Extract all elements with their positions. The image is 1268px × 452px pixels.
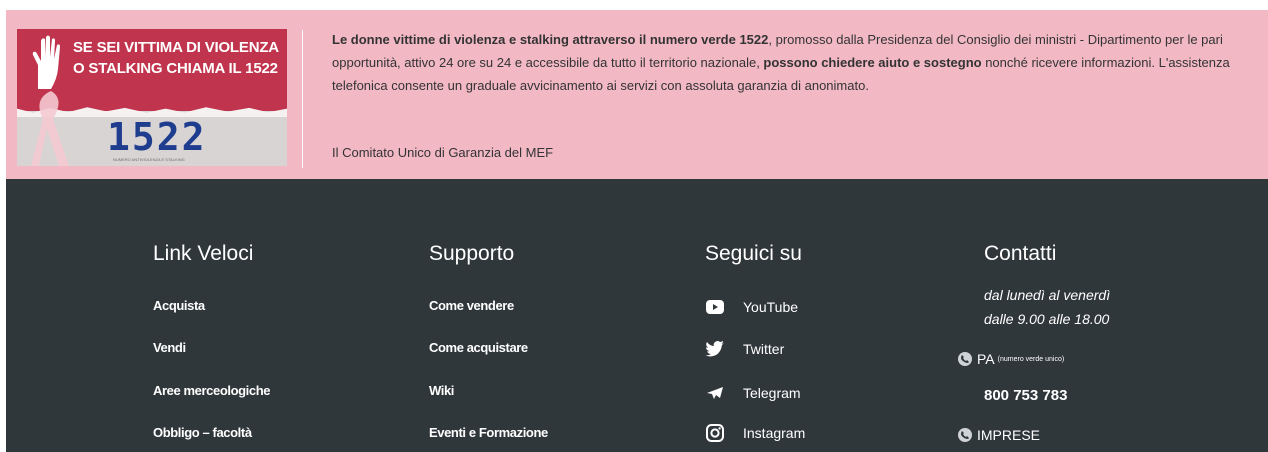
social-link-youtube[interactable]: YouTube bbox=[705, 296, 798, 318]
phone-icon bbox=[958, 352, 972, 366]
banner-description: Le donne vittime di violenza e stalking … bbox=[332, 28, 1242, 97]
raised-hand-icon bbox=[32, 35, 60, 89]
awareness-ribbon-icon bbox=[31, 91, 69, 166]
footer-link-wiki[interactable]: Wiki bbox=[429, 383, 454, 398]
contact-imprese-row: IMPRESE bbox=[958, 427, 1040, 443]
social-link-telegram[interactable]: Telegram bbox=[705, 382, 801, 404]
contact-pa-row: PA (numero verde unico) bbox=[958, 351, 1064, 367]
social-label-twitter: Twitter bbox=[743, 341, 785, 357]
promo-number: 1522 bbox=[107, 115, 207, 159]
promo-1522-image[interactable]: SE SEI VITTIMA DI VIOLENZA O STALKING CH… bbox=[17, 29, 287, 166]
contact-pa-note: (numero verde unico) bbox=[997, 355, 1065, 363]
banner-text-bold-2: possono chiedere aiuto e sostegno bbox=[763, 55, 982, 70]
violence-awareness-banner: SE SEI VITTIMA DI VIOLENZA O STALKING CH… bbox=[6, 10, 1268, 179]
footer-link-come-acquistare[interactable]: Come acquistare bbox=[429, 340, 528, 355]
footer-link-eventi-formazione[interactable]: Eventi e Formazione bbox=[429, 425, 548, 440]
contact-pa-label: PA bbox=[977, 351, 995, 367]
twitter-icon bbox=[705, 340, 725, 358]
footer-link-acquista[interactable]: Acquista bbox=[153, 298, 205, 313]
contact-hours-days: dal lunedì al venerdì bbox=[984, 287, 1111, 303]
contact-imprese-label: IMPRESE bbox=[977, 427, 1041, 443]
youtube-icon bbox=[705, 298, 725, 316]
social-link-instagram[interactable]: Instagram bbox=[705, 422, 805, 444]
contact-pa-number[interactable]: 800 753 783 bbox=[984, 387, 1067, 404]
promo-caption: NUMERO ANTIVIOLENZA E STALKING bbox=[113, 157, 185, 162]
contact-hours-time: dalle 9.00 alle 18.00 bbox=[984, 311, 1110, 327]
promo-headline-2: O STALKING CHIAMA IL 1522 bbox=[73, 60, 278, 77]
banner-signature: Il Comitato Unico di Garanzia del MEF bbox=[332, 145, 554, 160]
footer-link-vendi[interactable]: Vendi bbox=[153, 340, 186, 355]
footer-link-come-vendere[interactable]: Come vendere bbox=[429, 298, 514, 313]
social-link-twitter[interactable]: Twitter bbox=[705, 338, 784, 360]
footer-heading-link-veloci: Link Veloci bbox=[153, 242, 254, 265]
social-label-instagram: Instagram bbox=[743, 425, 806, 441]
footer-link-aree-merceologiche[interactable]: Aree merceologiche bbox=[153, 383, 270, 398]
instagram-icon bbox=[705, 424, 725, 442]
footer-heading-seguici: Seguici su bbox=[705, 242, 802, 265]
footer-heading-supporto: Supporto bbox=[429, 242, 515, 265]
banner-divider bbox=[302, 30, 303, 168]
social-label-telegram: Telegram bbox=[743, 385, 801, 401]
footer-link-obbligo-facolta[interactable]: Obbligo – facoltà bbox=[153, 425, 252, 440]
promo-headline-1: SE SEI VITTIMA DI VIOLENZA bbox=[73, 39, 279, 56]
phone-icon bbox=[958, 428, 972, 442]
site-footer: Link Veloci Acquista Vendi Aree merceolo… bbox=[6, 179, 1268, 452]
telegram-icon bbox=[705, 384, 725, 402]
social-label-youtube: YouTube bbox=[743, 299, 799, 315]
banner-text-bold-1: Le donne vittime di violenza e stalking … bbox=[332, 32, 769, 47]
footer-heading-contatti: Contatti bbox=[984, 242, 1057, 265]
